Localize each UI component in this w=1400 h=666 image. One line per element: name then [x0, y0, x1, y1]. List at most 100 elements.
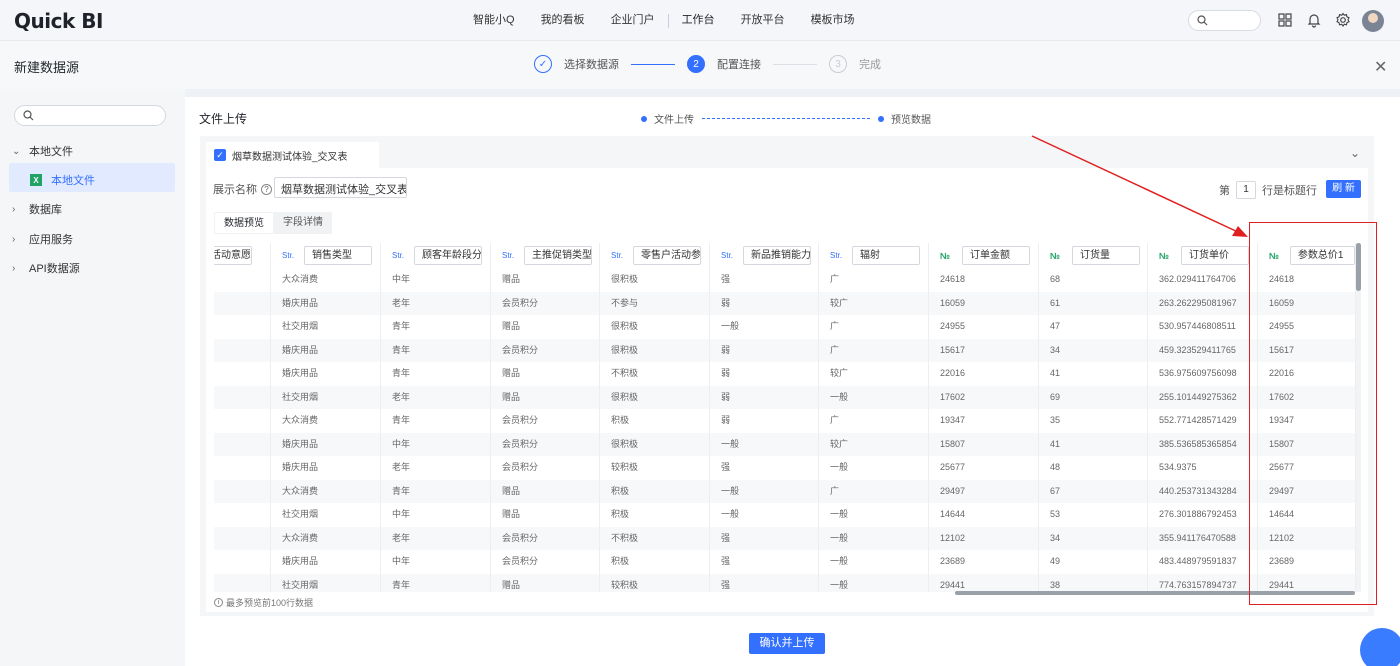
number-type-icon[interactable]: №: [1269, 251, 1290, 261]
assistant-bubble-icon[interactable]: [1360, 628, 1400, 666]
string-type-icon[interactable]: Str.: [830, 251, 852, 260]
tree-item-database[interactable]: › 数据库: [12, 201, 62, 217]
table-cell: 赠品: [491, 503, 600, 527]
chevron-down-icon[interactable]: ⌄: [1350, 146, 1360, 160]
column-name-input[interactable]: 订货单价: [1181, 246, 1249, 265]
tree-item-api[interactable]: › API数据源: [12, 260, 80, 276]
table-cell: 青年: [381, 338, 491, 362]
user-avatar[interactable]: [1362, 10, 1384, 32]
column-name-input[interactable]: 订货量: [1072, 246, 1140, 265]
column-name-input[interactable]: 零售户活动参: [633, 246, 701, 265]
sheet-tab[interactable]: ✓ 烟草数据测试体验_交叉表: [206, 142, 379, 168]
refresh-button[interactable]: 刷 新: [1326, 180, 1361, 198]
table-cell: 534.9375: [1148, 456, 1258, 480]
chevron-down-icon: ⌄: [12, 145, 21, 157]
bell-icon[interactable]: [1306, 12, 1322, 28]
number-type-icon[interactable]: №: [1159, 251, 1181, 261]
nav-item-open-platform[interactable]: 开放平台: [728, 0, 798, 41]
table-cell: 中年: [381, 503, 491, 527]
tab-field-details[interactable]: 字段详情: [274, 212, 332, 234]
column-header: Str. 辐射: [819, 243, 929, 268]
help-icon[interactable]: ?: [261, 183, 272, 195]
column-header: Str. 主推促销类型: [491, 243, 600, 268]
chevron-right-icon: ›: [12, 233, 16, 245]
table-cell: 弱: [710, 385, 819, 409]
tab-data-preview[interactable]: 数据预览: [214, 212, 274, 234]
confirm-upload-button[interactable]: 确认并上传: [749, 633, 825, 654]
number-type-icon[interactable]: №: [940, 251, 962, 261]
column-name-input[interactable]: 参数总价1: [1289, 246, 1355, 265]
table-cell: 很积极: [600, 432, 710, 456]
table-cell: 大众消费: [271, 526, 381, 550]
table-row: 婚庆用品 中年 会员积分 很积极 一般 较广 15807 41 385.536585365854…: [214, 432, 1356, 456]
gear-icon[interactable]: [1335, 12, 1351, 28]
table-cell: 67: [1039, 479, 1148, 503]
column-header: Str. 顾客年龄段分: [381, 243, 491, 268]
close-icon[interactable]: ✕: [1374, 57, 1387, 77]
table-cell: 社交用烟: [271, 573, 381, 592]
table-cell: [214, 362, 271, 386]
tree-item-local-file-group[interactable]: ⌄ 本地文件: [12, 143, 73, 159]
string-type-icon[interactable]: Str.: [392, 251, 414, 260]
table-cell: 一般: [819, 385, 929, 409]
table-cell: 青年: [381, 409, 491, 433]
column-name-input[interactable]: 新品推销能力: [743, 246, 811, 265]
sidebar-search-input[interactable]: [14, 105, 166, 126]
nav-item-my-dashboard[interactable]: 我的看板: [528, 0, 598, 41]
nav-item-portal[interactable]: 企业门户: [598, 0, 668, 41]
column-name-input[interactable]: 顾客年龄段分: [414, 246, 482, 265]
column-name-input[interactable]: 辐射: [852, 246, 920, 265]
column-name-input[interactable]: 促销活动意愿: [214, 246, 252, 265]
table-cell: 强: [710, 268, 819, 292]
tree-item-label: API数据源: [29, 263, 80, 275]
table-row: 婚庆用品 青年 赠品 不积极弱较广 22016 41 536.975609756098 220…: [214, 362, 1356, 386]
column-header: Str. 新品推销能力: [710, 243, 819, 268]
grid-apps-icon[interactable]: [1277, 12, 1293, 28]
column-name-input[interactable]: 订单金额: [962, 246, 1030, 265]
table-cell: [214, 291, 271, 315]
tree-item-label: 应用服务: [29, 234, 73, 246]
table-cell: 61: [1039, 291, 1148, 315]
header-row-input[interactable]: 1: [1236, 181, 1256, 199]
tree-item-app-service[interactable]: › 应用服务: [12, 231, 73, 247]
table-cell: 16059: [929, 291, 1039, 315]
info-icon: i: [214, 598, 223, 607]
table-cell: 强: [710, 526, 819, 550]
data-preview-table: 促销活动意愿Str.销售类型Str.顾客年龄段分Str.主推促销类型Str.零售…: [214, 243, 1356, 592]
step-2-label: 配置连接: [717, 59, 761, 71]
table-cell: 婚庆用品: [271, 362, 381, 386]
string-type-icon[interactable]: Str.: [282, 251, 304, 260]
horizontal-scrollbar-thumb[interactable]: [955, 591, 1355, 595]
upload-subflow: 文件上传 预览数据: [641, 111, 931, 126]
table-cell: 一般: [710, 432, 819, 456]
string-type-icon[interactable]: Str.: [721, 251, 743, 260]
table-cell: 不参与: [600, 291, 710, 315]
table-cell: 青年: [381, 315, 491, 339]
nav-item-workbench[interactable]: 工作台: [669, 0, 728, 41]
column-name-input[interactable]: 销售类型: [304, 246, 372, 265]
vertical-scrollbar-track[interactable]: [1356, 243, 1361, 592]
table-cell: 积极: [600, 503, 710, 527]
table-cell: 老年: [381, 456, 491, 480]
table-cell: 17602: [1258, 385, 1356, 409]
number-type-icon[interactable]: №: [1050, 251, 1072, 261]
nav-item-smart-q[interactable]: 智能小Q: [460, 0, 528, 41]
table-cell: 弱: [710, 409, 819, 433]
string-type-icon[interactable]: Str.: [502, 251, 524, 260]
table-cell: 婚庆用品: [271, 550, 381, 574]
app-logo[interactable]: Quick BI: [14, 9, 103, 33]
display-name-input[interactable]: 烟草数据测试体验_交叉表: [274, 177, 407, 198]
table-cell: 广: [819, 338, 929, 362]
table-cell: 婚庆用品: [271, 456, 381, 480]
table-cell: 较积极: [600, 456, 710, 480]
checkbox-checked-icon[interactable]: ✓: [214, 149, 226, 161]
string-type-icon[interactable]: Str.: [611, 251, 633, 260]
table-cell: 会员积分: [491, 550, 600, 574]
column-name-input[interactable]: 主推促销类型: [524, 246, 592, 265]
nav-item-template-market[interactable]: 模板市场: [798, 0, 868, 41]
vertical-scrollbar-thumb[interactable]: [1356, 243, 1361, 291]
main-nav: 智能小Q 我的看板 企业门户 工作台 开放平台 模板市场: [460, 0, 868, 41]
column-header: Str. 零售户活动参: [600, 243, 710, 268]
global-search-input[interactable]: [1188, 10, 1261, 31]
tree-item-local-file[interactable]: X 本地文件: [30, 172, 95, 188]
